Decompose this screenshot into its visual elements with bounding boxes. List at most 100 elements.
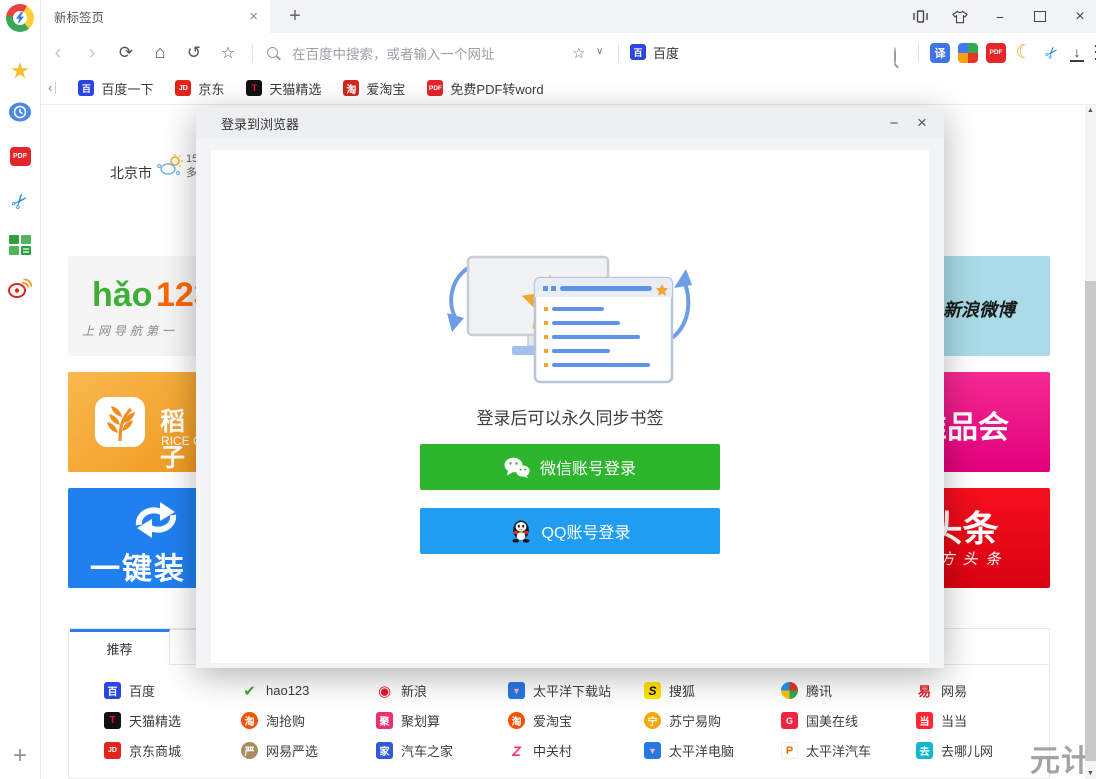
wechat-login-button[interactable]: 微信账号登录 (420, 444, 720, 490)
skin-theme-icon[interactable] (952, 9, 968, 25)
back-button[interactable]: ‹ (48, 41, 68, 65)
site-favicon: 家 (376, 742, 393, 759)
quicklink[interactable]: 家汽车之家 (376, 742, 453, 759)
quicklink-label: 天猫精选 (129, 711, 181, 730)
scroll-up-arrow[interactable]: ▲ (1085, 107, 1096, 114)
quicklink[interactable]: P太平洋汽车 (781, 742, 871, 759)
weibo-eye-glyph (8, 278, 32, 298)
sidebar-add-button[interactable]: + (0, 742, 40, 770)
screenshot-scissors-icon[interactable]: ✂ (1038, 38, 1066, 66)
bookmark-item[interactable]: 淘 爱淘宝 (343, 79, 405, 98)
quicklink[interactable]: ◉新浪 (376, 682, 453, 699)
quicklink[interactable]: 腾讯 (781, 682, 871, 699)
pdf-tool-icon[interactable]: PDF (0, 147, 40, 166)
quicklink[interactable]: 易网易 (916, 682, 993, 699)
favorites-star-icon[interactable]: ★ (0, 58, 40, 84)
dialog-body: 登录后可以永久同步书签 微信账号登录 (211, 150, 929, 663)
site-tile-rice-office[interactable]: 稻子办 RICE O (68, 372, 208, 472)
quicklink[interactable]: ▼ 太平洋电脑 (644, 742, 734, 759)
browser-logo[interactable] (0, 4, 40, 32)
apps-grid-icon[interactable] (0, 235, 40, 255)
search-engine-button[interactable]: 百 百度 (630, 41, 679, 63)
site-tile-onekey-install[interactable]: 一键装 (68, 488, 208, 588)
dialog-titlebar[interactable]: 登录到浏览器 − × (196, 107, 944, 139)
quicklink[interactable]: ▼太平洋下载站 (508, 682, 611, 699)
night-mode-moon-icon[interactable]: ☾ (1014, 43, 1034, 63)
pdf-badge: PDF (10, 147, 31, 166)
quicklink[interactable]: 百百度 (104, 682, 181, 699)
bookmark-item[interactable]: 百 百度一下 (78, 79, 153, 98)
minimize-button[interactable]: − (992, 9, 1008, 25)
site-favicon: ▼ (508, 682, 525, 699)
chevron-down-icon[interactable]: ∨ (596, 46, 603, 57)
new-tab-button[interactable]: + (280, 1, 310, 31)
main-menu-icon[interactable] (1092, 43, 1096, 63)
bookmark-label: 天猫精选 (269, 79, 321, 98)
window-controls: − × (912, 0, 1088, 33)
qq-login-button[interactable]: QQ账号登录 (420, 508, 720, 554)
tab-recommended[interactable]: 推荐 (70, 629, 170, 665)
site-favicon: ▼ (644, 742, 661, 759)
site-favicon: 宁 (644, 712, 661, 729)
site-tile-hao123[interactable]: hǎo 123 上网导航第一 (68, 256, 208, 356)
quicklink-label: 国美在线 (806, 711, 858, 730)
quicklink[interactable]: T天猫精选 (104, 712, 181, 729)
weather-city[interactable]: 北京市 (110, 163, 152, 183)
links-column: S搜狐 宁苏宁易购 ▼ 太平洋电脑 (644, 682, 734, 759)
quicklink[interactable]: 严网易严选 (241, 742, 318, 759)
quicklink-label: 汽车之家 (401, 741, 453, 760)
quicklink-label: 去哪儿网 (941, 741, 993, 760)
quicklink[interactable]: 淘淘抢购 (241, 712, 318, 729)
maximize-button[interactable] (1032, 9, 1048, 25)
download-icon[interactable]: ↓ (1070, 44, 1084, 62)
quicklink[interactable]: 当当当 (916, 712, 993, 729)
tiles-grid-extension-icon[interactable] (958, 43, 978, 63)
address-input[interactable]: 在百度中搜索，或者输入一个网址 (292, 43, 495, 63)
quicklink[interactable]: JD京东商城 (104, 742, 181, 759)
site-favicon: S (644, 682, 661, 699)
tab-close-icon[interactable]: × (245, 8, 262, 25)
weibo-icon[interactable] (0, 278, 40, 298)
quicklink[interactable]: 去去哪儿网 (916, 742, 993, 759)
favorite-star-icon[interactable]: ☆ (572, 44, 585, 62)
quicklink[interactable]: 宁苏宁易购 (644, 712, 734, 729)
quicklink[interactable]: 聚聚划算 (376, 712, 453, 729)
quicklink[interactable]: ✔hao123 (241, 682, 318, 699)
quicklink[interactable]: 淘爱淘宝 (508, 712, 611, 729)
scrollbar-thumb[interactable] (1085, 281, 1096, 761)
search-in-page-icon[interactable] (894, 47, 896, 66)
quicklink-label: 爱淘宝 (533, 711, 572, 730)
quicklink[interactable]: G 国美在线 (781, 712, 871, 729)
bookmark-item[interactable]: PDF 免费PDF转word (427, 79, 543, 98)
mini-mode-glyph (913, 10, 928, 23)
browser-tab[interactable]: 新标签页 × (40, 0, 270, 33)
dialog-close-button[interactable]: × (908, 113, 936, 133)
page-scrollbar[interactable]: ▲ ▼ (1085, 105, 1096, 779)
quicklink[interactable]: Z 中关村 (508, 742, 611, 759)
undo-restore-button[interactable]: ↺ (184, 43, 204, 63)
tab-title: 新标签页 (54, 7, 245, 26)
translate-extension-icon[interactable]: 译 (930, 43, 950, 63)
dialog-minimize-button[interactable]: − (880, 115, 908, 132)
bookmark-item[interactable]: T 天猫精选 (246, 79, 321, 98)
quicklink[interactable]: S搜狐 (644, 682, 734, 699)
forward-button[interactable]: › (82, 41, 102, 65)
pdf-extension-icon[interactable]: PDF (986, 43, 1006, 63)
quicklink-label: 太平洋电脑 (669, 741, 734, 760)
collapse-bookmarks-icon[interactable]: ‹ (48, 82, 56, 94)
scroll-down-arrow[interactable]: ▼ (1085, 770, 1096, 777)
bookmark-page-star[interactable]: ☆ (218, 43, 238, 63)
history-clock-icon[interactable] (0, 102, 40, 122)
site-favicon: Z (508, 742, 525, 759)
wheat-logo-icon (94, 396, 146, 448)
mini-mode-icon[interactable] (912, 9, 928, 25)
quicklink-label: 苏宁易购 (669, 711, 721, 730)
tab-strip: 新标签页 × + − × (40, 0, 1096, 33)
close-button[interactable]: × (1072, 9, 1088, 25)
home-button[interactable]: ⌂ (150, 42, 170, 63)
screenshot-scissors-icon[interactable]: ✂ (0, 178, 42, 225)
reload-button[interactable]: ⟳ (116, 43, 136, 63)
site-favicon: G (781, 712, 798, 729)
bookmark-item[interactable]: JD 京东 (175, 79, 224, 98)
quicklink-label: 中关村 (533, 741, 572, 760)
